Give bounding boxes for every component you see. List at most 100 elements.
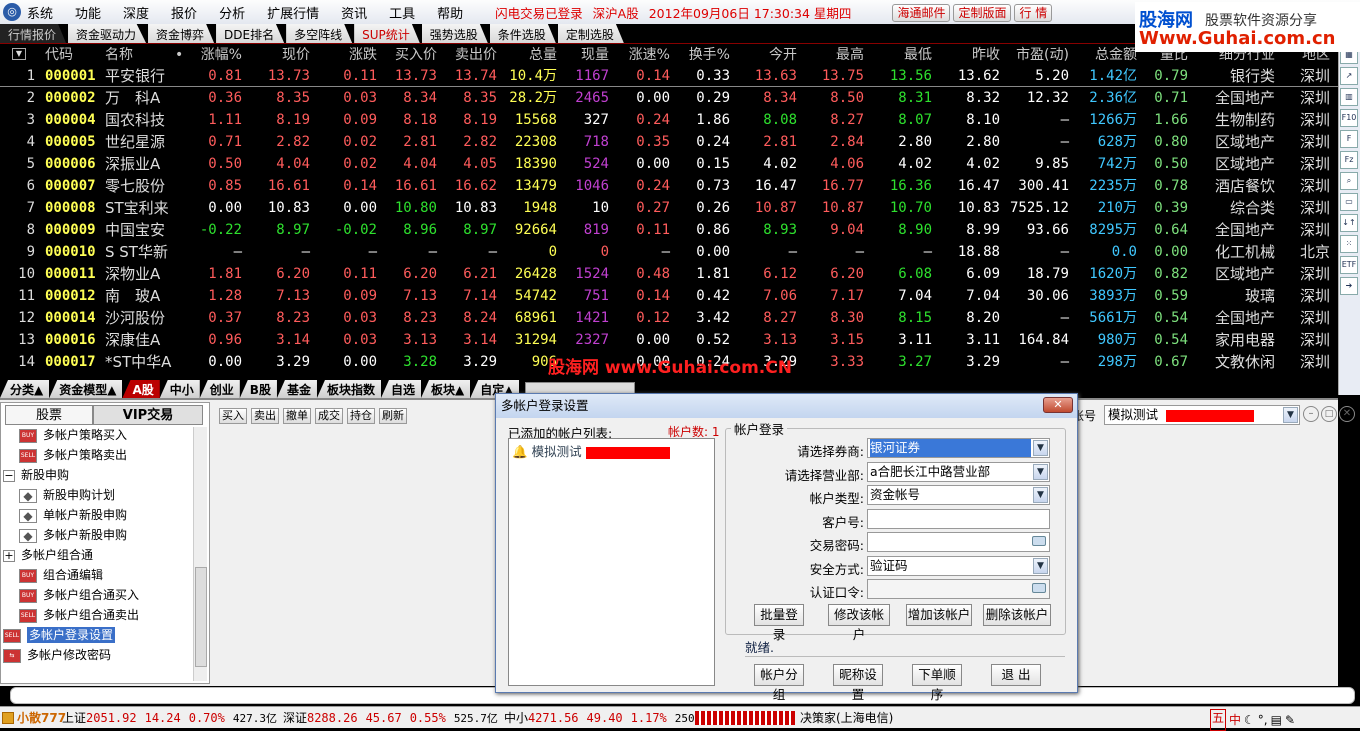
menu-item[interactable]: 报价 [171, 3, 197, 22]
f10-alt-icon[interactable]: F [1340, 130, 1358, 148]
maximize-icon[interactable]: □ [1321, 406, 1337, 422]
dots-icon[interactable]: ⁙ [1340, 235, 1358, 253]
tab-3[interactable]: DDE排名 [216, 24, 285, 43]
table-row[interactable]: 9 000010 S ST华新 – – – – – 0 0 – 0.00 – – – 18.88 – 0.0 0.0… [0, 241, 1338, 263]
tab-4[interactable]: 多空阵线 [286, 24, 353, 43]
tree-item[interactable]: BUY 多帐户策略买入 [19, 425, 127, 445]
tab-5[interactable]: SUP统计 [354, 24, 420, 43]
toolbar-button[interactable]: 定制版面 [953, 3, 1012, 22]
column-header[interactable]: 总金额 [1095, 44, 1137, 66]
field-select[interactable]: 资金帐号 ▼ [867, 485, 1050, 505]
trade-toolbar-button[interactable]: 刷新 [379, 408, 407, 424]
keyboard-icon[interactable] [1032, 583, 1046, 593]
dialog-action-button[interactable]: 删除该帐户 [983, 604, 1051, 626]
market-tab[interactable]: 自选 [380, 380, 421, 398]
table-row[interactable]: 11 000012 南 玻A 1.28 7.13 0.09 7.13 7.14 54742 751… [0, 285, 1338, 307]
trade-toolbar-button[interactable]: 成交 [315, 408, 343, 424]
column-header[interactable]: 最低 [904, 44, 932, 66]
tab-2[interactable]: 资金博弈 [148, 24, 215, 43]
column-header[interactable]: 今开 [769, 44, 797, 66]
market-tab[interactable]: 板块指数 [316, 380, 381, 398]
keyboard-icon[interactable] [1032, 536, 1046, 546]
tree-item[interactable]: ⇆ 多帐户修改密码 [3, 645, 111, 665]
column-menu-icon[interactable]: ▼ [12, 48, 26, 60]
menu-item[interactable]: 功能 [75, 3, 101, 22]
chevron-down-icon[interactable]: ▼ [1033, 440, 1048, 456]
table-row[interactable]: 3 000004 国农科技 1.11 8.19 0.09 8.18 8.19 15568 327 0… [0, 109, 1338, 131]
chevron-down-icon[interactable]: ▼ [1033, 487, 1048, 503]
menu-item[interactable]: 资讯 [341, 3, 367, 22]
close-icon[interactable]: ✕ [1043, 397, 1073, 413]
account-select[interactable]: 模拟测试 ▼ [1104, 405, 1300, 425]
field-password[interactable] [867, 532, 1050, 552]
account-list[interactable]: 🔔 模拟测试 [508, 438, 715, 686]
table-row[interactable]: 10 000011 深物业A 1.81 6.20 0.11 6.20 6.21 26428 152… [0, 263, 1338, 285]
trade-toolbar-button[interactable]: 买入 [219, 408, 247, 424]
market-tab[interactable]: 分类▲ [0, 380, 50, 398]
close-icon[interactable]: ✕ [1339, 406, 1355, 422]
tab-7[interactable]: 条件选股 [489, 24, 556, 43]
bar-chart-icon[interactable]: ▥ [1340, 88, 1358, 106]
sort-icon[interactable]: ↓↑ [1340, 214, 1358, 232]
table-row[interactable]: 13 000016 深康佳A 0.96 3.14 0.03 3.13 3.14 31294 232… [0, 329, 1338, 351]
tab-vip-trade[interactable]: VIP交易 [93, 405, 203, 425]
column-header[interactable]: 名称 [105, 44, 133, 66]
tree-item[interactable]: SELL 多帐户组合通卖出 [19, 605, 139, 625]
menu-item[interactable]: 工具 [389, 3, 415, 22]
tab-6[interactable]: 强势选股 [421, 24, 488, 43]
tree-item[interactable]: SELL 多帐户策略卖出 [19, 445, 127, 465]
tree-item[interactable]: ◆ 新股申购计划 [19, 485, 115, 505]
tab-1[interactable]: 资金驱动力 [68, 24, 147, 43]
market-tab[interactable]: 中小 [159, 380, 200, 398]
minimize-icon[interactable]: – [1303, 406, 1319, 422]
chevron-down-icon[interactable]: ▼ [1033, 463, 1048, 480]
field-text[interactable] [867, 508, 1050, 529]
table-row[interactable]: 1 000001 平安银行 0.81 13.73 0.11 13.73 13.74 10.4万 1… [0, 65, 1338, 87]
market-tab[interactable]: 资金模型▲ [49, 380, 123, 398]
tree-item[interactable]: ◆ 多帐户新股申购 [19, 525, 127, 545]
chevron-down-icon[interactable]: ▼ [1033, 557, 1048, 574]
column-header[interactable]: 卖出价 [455, 44, 497, 66]
tab-0[interactable]: 行情报价 [0, 24, 67, 43]
tree-item[interactable]: − 新股申购 [3, 465, 69, 485]
column-header[interactable]: 现价 [282, 44, 310, 66]
column-header[interactable]: • [175, 44, 183, 66]
market-tab[interactable]: 基金 [276, 380, 317, 398]
table-row[interactable]: 12 000014 沙河股份 0.37 8.23 0.03 8.23 8.24 68961 142… [0, 307, 1338, 329]
menu-item[interactable]: 扩展行情 [267, 3, 319, 22]
field-select[interactable]: 验证码 ▼ [867, 555, 1050, 576]
trade-toolbar-button[interactable]: 撤单 [283, 408, 311, 424]
table-row[interactable]: 6 000007 零七股份 0.85 16.61 0.14 16.61 16.62 13479 1… [0, 175, 1338, 197]
field-select[interactable]: 银河证券 ▼ [867, 438, 1050, 458]
dialog-footer-button[interactable]: 帐户分组 [754, 664, 804, 702]
menu-item[interactable]: 帮助 [437, 3, 463, 22]
field-password[interactable] [867, 579, 1050, 599]
tab-8[interactable]: 定制选股 [557, 24, 624, 43]
trade-toolbar-button[interactable]: 持仓 [347, 408, 375, 424]
tree-item[interactable]: BUY 多帐户组合通买入 [19, 585, 139, 605]
column-header[interactable]: 涨速% [629, 44, 670, 66]
dialog-footer-button[interactable]: 退 出 [991, 664, 1041, 686]
menu-item[interactable]: 系统 [27, 3, 53, 22]
table-row[interactable]: 4 000005 世纪星源 0.71 2.82 0.02 2.81 2.82 22308 718 0… [0, 131, 1338, 153]
tree-item[interactable]: SELL 多帐户登录设置 [3, 625, 116, 645]
market-tab[interactable]: 创业 [199, 380, 240, 398]
column-header[interactable]: 买入价 [395, 44, 437, 66]
dialog-footer-button[interactable]: 下单顺序 [912, 664, 962, 702]
magnifier-icon[interactable]: ⌕ [1340, 172, 1358, 190]
dialog-footer-button[interactable]: 昵称设置 [833, 664, 883, 702]
menu-item[interactable]: 深度 [123, 3, 149, 22]
index-quote[interactable]: 深证8288.26 45.67 0.55% 525.7亿 [283, 711, 498, 725]
f11-icon[interactable]: Fz [1340, 151, 1358, 169]
dialog-action-button[interactable]: 批量登录 [754, 604, 804, 642]
dialog-action-button[interactable]: 修改该帐户 [828, 604, 890, 642]
menu-item[interactable]: 分析 [219, 3, 245, 22]
tab-stock[interactable]: 股票 [5, 405, 93, 425]
index-quote[interactable]: 上证2051.92 14.24 0.70% 427.3亿 [62, 711, 277, 725]
folder-icon[interactable]: ▭ [1340, 193, 1358, 211]
column-header[interactable]: 昨收 [972, 44, 1000, 66]
tree-item[interactable]: BUY 组合通编辑 [19, 565, 103, 585]
column-header[interactable]: 涨跌 [349, 44, 377, 66]
etf-icon[interactable]: ETF [1340, 256, 1358, 274]
table-row[interactable]: 2 000002 万 科A 0.36 8.35 0.03 8.34 8.35 28.2万 2465… [0, 87, 1338, 109]
